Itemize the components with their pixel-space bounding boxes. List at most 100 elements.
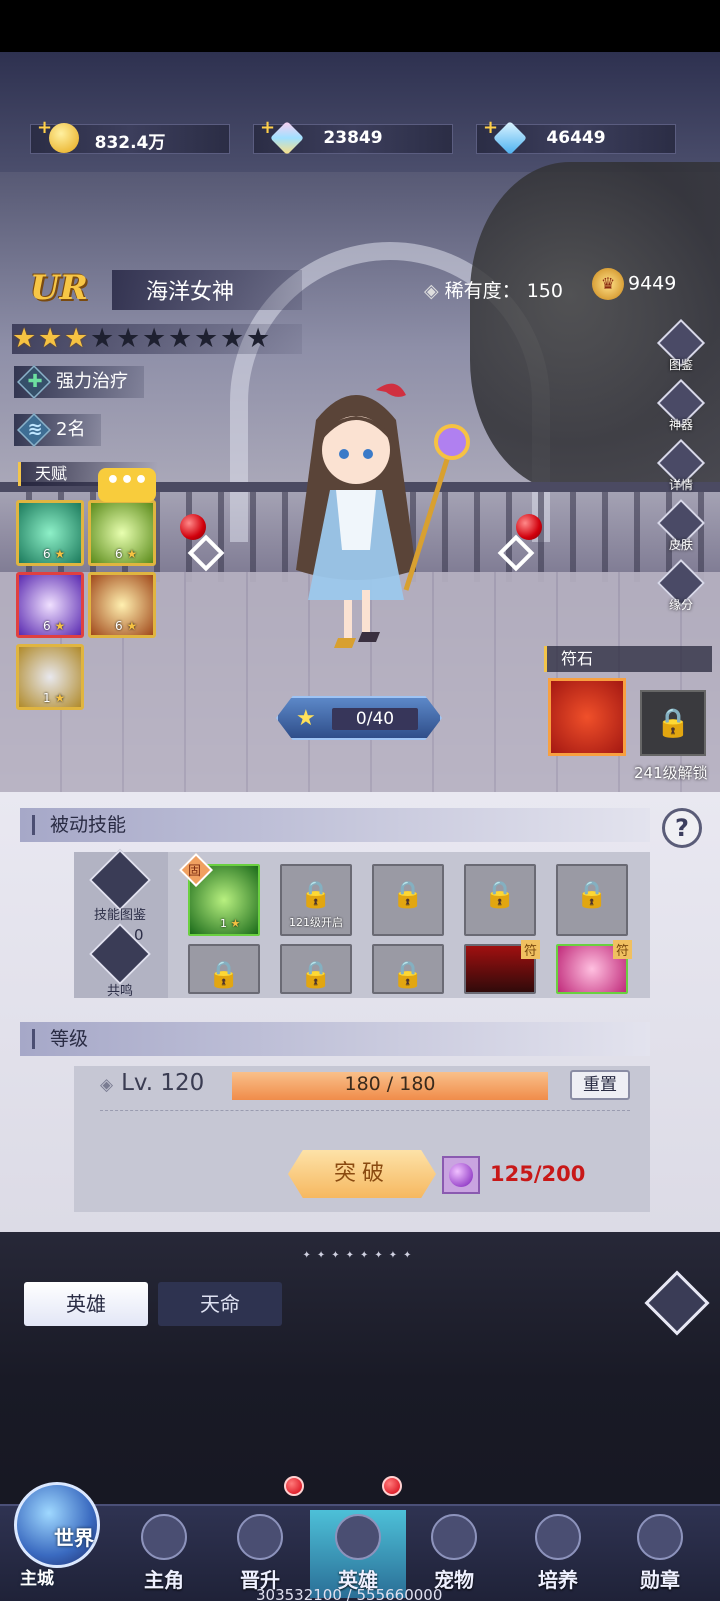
divider [100,1110,630,1111]
exp-bar: 180 / 180 [232,1072,548,1100]
side-btn-details[interactable]: 详情 [656,438,706,500]
nav-promotion[interactable]: 晋升 [212,1510,308,1598]
breakthrough-cost: 125/200 [490,1162,586,1186]
rune-portrait-slot[interactable]: 符 [464,940,540,994]
lock-icon: 🔒 [391,960,425,990]
rune-badge: 符 [612,940,632,959]
passive-skill-slot-locked[interactable]: 🔒 [188,944,260,994]
level-current: ◈ Lv. 120 [100,1070,204,1096]
main-city-label: 主城 [20,1569,54,1589]
side-btn-bond[interactable]: 缘分 [656,558,706,620]
star-rating: ★ ★ ★ ★ ★ ★ ★ ★ ★ ★ [12,324,302,354]
hero-role-tag[interactable]: ✚ 强力治疗 [14,365,144,399]
notification-dot [382,1476,402,1496]
star-filled-icon: ★ [38,323,63,354]
rarity-label: 稀有度： [444,280,521,302]
chat-bubble-icon[interactable]: ••• [98,468,156,502]
world-label: 世界 [54,1526,94,1550]
footer-value: 303532100 / 555660000 [256,1586,443,1601]
hero-helmet-icon [335,1514,381,1560]
passive-skill-slot-locked[interactable]: 🔒 121级开启 [280,864,352,936]
talent-slot-clover[interactable]: 6 ★ [16,500,84,566]
currency-crystal[interactable]: + 23849 [253,117,453,155]
star-empty-icon: ★ [90,323,115,354]
passive-skill-slot[interactable]: 固 1 ★ [179,853,260,936]
talent-slot-aura[interactable]: 6 ★ [88,572,156,638]
side-label: 详情 [668,478,693,492]
lock-icon: 🔒 [207,960,241,990]
rune-portrait-slot[interactable]: 符 [556,940,632,994]
currency-gold[interactable]: + 832.4万 [30,117,230,154]
talent-level: 6 ★ [115,619,138,633]
red-orb-icon [516,514,542,540]
role-label: 强力治疗 [56,371,128,392]
heal-cross-icon: ✚ [27,371,43,392]
tab-destiny[interactable]: 天命 [158,1282,282,1326]
nav-hero[interactable]: 英雄 [310,1510,406,1598]
training-icon [535,1514,581,1560]
nav-pet[interactable]: 宠物 [406,1510,502,1598]
skill-badge: 固 [188,864,202,879]
scene-sky [0,52,720,172]
talent-level: 6 ★ [115,547,138,561]
help-button[interactable]: ? [662,808,702,848]
medal-icon [637,1514,683,1560]
talent-level: 6 ★ [43,547,66,561]
lock-icon: 🔒 [299,880,333,910]
nav-medal[interactable]: 勋章 [612,1510,708,1598]
talent-slot-teapot[interactable]: 1 ★ [16,644,84,710]
nav-training[interactable]: 培养 [510,1510,606,1598]
hero-name: 海洋女神 [146,280,235,305]
star-filled-icon: ★ [64,323,89,354]
breakthrough-item[interactable] [442,1156,480,1194]
hero-rank-tag[interactable]: ≋ 2名 [14,413,102,447]
status-bar [0,0,720,52]
talent-slot-swirl[interactable]: 6 ★ [16,572,84,638]
passive-skill-slot-locked[interactable]: 🔒 [280,944,352,994]
rune-badge: 符 [520,940,540,959]
lock-icon: 🔒 [391,880,425,910]
nav-label: 主角 [144,1568,184,1592]
rank-label: 2名 [56,419,86,440]
side-label: 神器 [668,418,693,432]
passive-skill-slot-locked[interactable]: 🔒 [464,864,536,936]
rune-stone-slot[interactable] [548,678,626,756]
promotion-icon [237,1514,283,1560]
passive-skill-slot-locked[interactable]: 🔒 [372,864,444,936]
diamond-icon: ◈ [100,1075,114,1095]
side-btn-skin[interactable]: 皮肤 [656,498,706,560]
nav-protagonist[interactable]: 主角 [116,1510,212,1598]
side-btn-codex[interactable]: 图鉴 [656,318,706,380]
passive-skill-slot-locked[interactable]: 🔒 [556,864,628,936]
pet-icon [431,1514,477,1560]
unlock-caption: 121级开启 [289,916,343,929]
nav-world[interactable]: 世界 主城 [6,1468,110,1598]
star-empty-icon: ★ [116,323,141,354]
diamond-icon: ◈ [424,280,439,302]
star-empty-icon: ★ [246,323,271,354]
side-label: 图鉴 [668,358,693,372]
skill-codex-label: 技能图鉴 [93,908,146,923]
resonance-label: 共鸣 [106,984,133,999]
talent-level: 6 ★ [43,619,66,633]
passive-skill-slot-locked[interactable]: 🔒 [372,944,444,994]
currency-diamond[interactable]: + 46449 [476,117,676,155]
promote-progress[interactable]: ★ 0/40 [276,696,442,740]
hero-grade: UR [30,268,88,308]
rune-stone-locked-slot[interactable]: 🔒 [640,690,706,756]
talent-slot-cross[interactable]: 6 ★ [88,500,156,566]
star-empty-icon: ★ [142,323,167,354]
decorative-divider: ✦✦✦✦✦✦✦✦ [302,1250,418,1261]
reset-button[interactable]: 重置 [570,1070,630,1100]
breakthrough-button[interactable]: 突破 [288,1150,436,1198]
side-btn-artifact[interactable]: 神器 [656,378,706,440]
nav-label: 培养 [538,1568,578,1592]
protagonist-icon [141,1514,187,1560]
wave-icon: ≋ [27,419,43,440]
gold-amount: 832.4万 [94,133,166,153]
hero-character[interactable] [236,380,476,650]
tab-hero[interactable]: 英雄 [24,1282,148,1326]
level-header: 等级 [20,1022,650,1056]
exp-value: 180 / 180 [344,1073,436,1095]
side-label: 皮肤 [668,538,693,552]
